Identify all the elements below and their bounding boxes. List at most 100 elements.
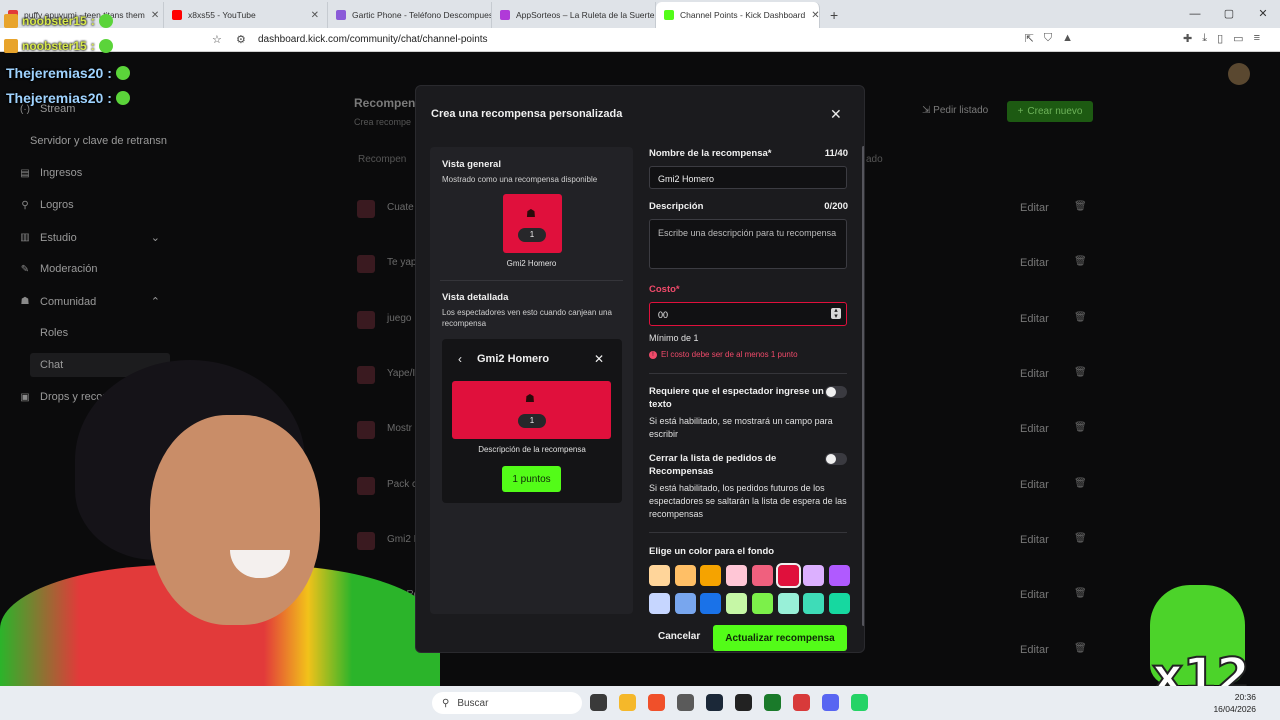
update-reward-button[interactable]: Actualizar recompensa [713, 625, 847, 651]
edit-button[interactable]: Editar [1020, 423, 1049, 435]
color-swatch[interactable] [674, 565, 696, 586]
edit-button[interactable]: Editar [1020, 479, 1049, 491]
cost-input[interactable]: 00 ▴ ▾ [649, 302, 847, 326]
tab-favicon-icon [336, 10, 346, 20]
app-icon[interactable] [793, 694, 810, 711]
trash-icon[interactable]: 🗑 [1074, 422, 1087, 433]
create-new-button[interactable]: + Crear nuevo [1007, 101, 1093, 122]
trash-icon[interactable]: 🗑 [1074, 256, 1087, 267]
reward-icon [357, 200, 375, 218]
sidebar-item-roles[interactable]: Roles [40, 327, 68, 339]
browser-tab[interactable]: Gartic Phone - Teléfono Descompues✕ [328, 2, 492, 28]
close-icon[interactable]: ✕ [811, 10, 819, 21]
menu-icon[interactable]: ≡ [1254, 32, 1260, 45]
steam-icon[interactable] [706, 694, 723, 711]
shield-icon[interactable]: ⛉ [1044, 32, 1052, 45]
url-field[interactable]: dashboard.kick.com/community/chat/channe… [258, 34, 488, 45]
close-icon[interactable]: ✕ [151, 10, 159, 21]
sidebar-item-moderacion[interactable]: ✎ Moderación [20, 263, 98, 275]
edit-button[interactable]: Editar [1020, 202, 1049, 214]
download-icon[interactable]: ⤓ [1202, 32, 1207, 45]
require-text-toggle[interactable] [825, 386, 847, 398]
sidebar-item-label: Logros [40, 199, 74, 211]
color-swatch[interactable] [700, 565, 722, 586]
trash-icon[interactable]: 🗑 [1074, 201, 1087, 212]
stepper-icon[interactable]: ▴ ▾ [831, 307, 841, 320]
app-icon[interactable] [677, 694, 694, 711]
share-icon[interactable]: ⇱ [1025, 32, 1034, 45]
browser-tab[interactable]: x8xs55 - YouTube ✕ [164, 2, 328, 28]
trash-icon[interactable]: 🗑 [1074, 643, 1087, 654]
wallet-icon[interactable]: ▭ [1233, 32, 1243, 45]
color-swatch[interactable] [726, 593, 748, 614]
edit-button[interactable]: Editar [1020, 257, 1049, 269]
color-swatch[interactable] [700, 593, 722, 614]
emote-icon [98, 14, 113, 28]
color-swatch[interactable] [803, 565, 825, 586]
color-swatch[interactable] [803, 593, 825, 614]
description-textarea[interactable]: Escribe una descripción para tu recompen… [649, 219, 847, 269]
edit-button[interactable]: Editar [1020, 589, 1049, 601]
trash-icon[interactable]: 🗑 [1074, 367, 1087, 378]
warning-icon[interactable]: ▲ [1062, 32, 1073, 45]
color-swatch[interactable] [777, 593, 799, 614]
color-swatch[interactable] [674, 593, 696, 614]
reward-icon [357, 310, 375, 329]
clock[interactable]: 20:36 16/04/2026 [1213, 691, 1256, 715]
sidebar-icon[interactable]: ▯ [1217, 32, 1223, 45]
edit-button[interactable]: Editar [1020, 534, 1049, 546]
whatsapp-icon[interactable] [851, 694, 868, 711]
brave-icon[interactable] [648, 694, 665, 711]
site-settings-icon[interactable]: ⚙ [236, 33, 246, 46]
sidebar-item-estudio[interactable]: ▥ Estudio ⌄ [20, 231, 160, 245]
modal-scrollbar[interactable] [862, 146, 864, 626]
file-explorer-icon[interactable] [619, 694, 636, 711]
revenue-icon: ▤ [20, 167, 30, 179]
chat-username: Thejeremias20 [6, 90, 104, 106]
trash-icon[interactable]: 🗑 [1074, 312, 1087, 323]
trash-icon[interactable]: 🗑 [1074, 478, 1087, 489]
edit-button[interactable]: Editar [1020, 368, 1049, 380]
maximize-button[interactable]: ▢ [1212, 0, 1246, 28]
reward-card-large: ☗ 1 [452, 381, 611, 439]
color-swatch[interactable] [649, 593, 670, 614]
browser-tab[interactable]: AppSorteos – La Ruleta de la Suerte✕ [492, 2, 656, 28]
minimize-button[interactable]: — [1178, 0, 1212, 28]
color-swatch[interactable] [828, 565, 850, 586]
trash-icon[interactable]: 🗑 [1074, 533, 1087, 544]
sidebar-item-server-key[interactable]: Servidor y clave de retransn [30, 135, 167, 147]
request-list-button[interactable]: ⇲ Pedir listado [922, 105, 988, 116]
discord-icon[interactable] [822, 694, 839, 711]
color-swatch[interactable] [828, 593, 850, 614]
sidebar-item-comunidad[interactable]: ☗ Comunidad ⌃ [20, 295, 160, 309]
taskbar-search[interactable]: ⚲ Buscar [432, 692, 582, 714]
obs-icon[interactable] [735, 694, 752, 711]
close-window-button[interactable]: ✕ [1246, 0, 1280, 28]
page-title: Recompen [354, 96, 416, 110]
sidebar-item-logros[interactable]: ⚲ Logros [20, 199, 74, 211]
reward-name-input[interactable]: Gmi2 Homero [649, 166, 847, 189]
bookmark-icon[interactable]: ☆ [212, 33, 222, 46]
cancel-button[interactable]: Cancelar [658, 631, 700, 642]
edit-button[interactable]: Editar [1020, 313, 1049, 325]
reward-cost-pill: 1 [518, 414, 546, 428]
edit-button[interactable]: Editar [1020, 644, 1049, 656]
avatar[interactable] [1228, 63, 1250, 85]
extensions-icon[interactable]: ✚ [1183, 32, 1192, 45]
chat-overlay-line: Thejeremias20: [6, 90, 130, 106]
close-icon[interactable]: ✕ [311, 10, 319, 21]
trash-icon[interactable]: 🗑 [1074, 588, 1087, 599]
color-swatch[interactable] [751, 565, 773, 586]
color-swatch[interactable] [775, 563, 801, 588]
sidebar-item-ingresos[interactable]: ▤ Ingresos [20, 167, 82, 179]
color-swatch[interactable] [649, 565, 670, 586]
close-queue-toggle[interactable] [825, 453, 847, 465]
new-tab-button[interactable]: + [820, 2, 848, 28]
app-icon[interactable] [764, 694, 781, 711]
task-view-icon[interactable] [590, 694, 607, 711]
request-list-icon: ⇲ [922, 105, 934, 116]
webcam-face [150, 415, 320, 625]
color-swatch[interactable] [726, 565, 748, 586]
browser-tab[interactable]: Channel Points - Kick Dashboard ✕ [656, 2, 820, 28]
color-swatch[interactable] [751, 593, 773, 614]
